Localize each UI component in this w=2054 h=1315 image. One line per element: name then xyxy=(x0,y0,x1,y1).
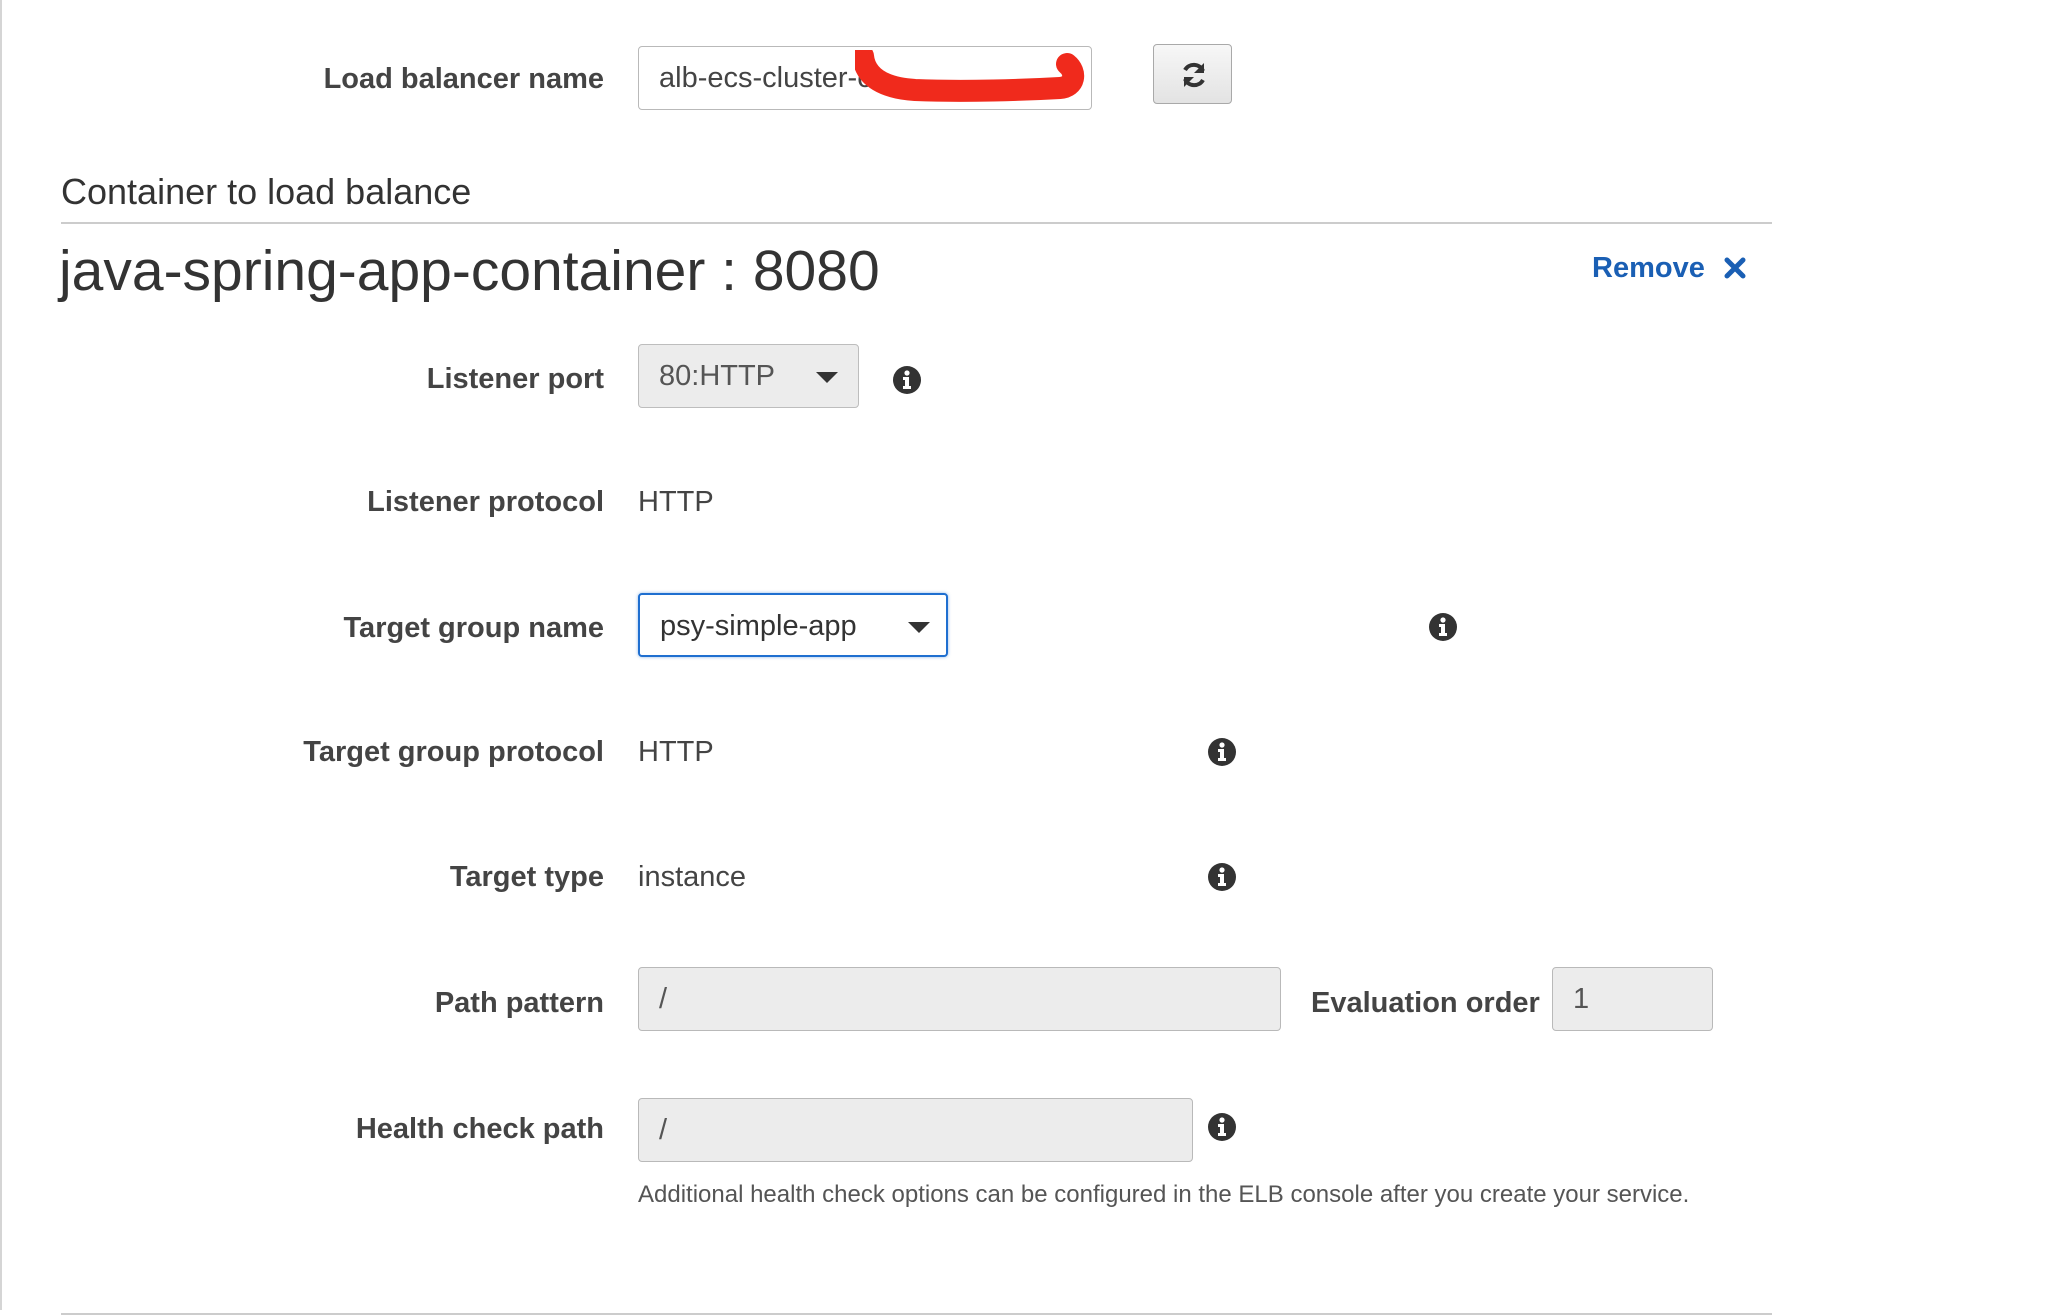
listener-port-value: 80:HTTP xyxy=(659,360,776,392)
path-pattern-input[interactable]: / xyxy=(638,967,1281,1031)
target-group-name-label: Target group name xyxy=(343,612,605,644)
listener-protocol-label: Listener protocol xyxy=(367,486,604,518)
target-type-value: instance xyxy=(638,861,747,893)
health-check-help-text: Additional health check options can be c… xyxy=(638,1181,1690,1208)
info-icon[interactable] xyxy=(1207,737,1237,767)
refresh-icon xyxy=(1183,62,1205,88)
listener-port-select[interactable]: 80:HTTP xyxy=(638,344,859,408)
info-icon[interactable] xyxy=(1207,862,1237,892)
close-icon xyxy=(1724,257,1746,279)
info-icon[interactable] xyxy=(1207,1112,1237,1142)
evaluation-order-input[interactable]: 1 xyxy=(1552,967,1713,1031)
health-check-path-input[interactable]: / xyxy=(638,1098,1193,1162)
health-check-path-value: / xyxy=(659,1114,668,1146)
load-balancer-name-label: Load balancer name xyxy=(323,63,604,95)
chevron-down-icon xyxy=(816,372,838,383)
section-divider xyxy=(61,222,1772,224)
refresh-button[interactable] xyxy=(1153,44,1232,104)
load-balancer-name-value: alb-ecs-cluster-c xyxy=(659,62,872,94)
path-pattern-label: Path pattern xyxy=(434,987,604,1019)
target-group-protocol-value: HTTP xyxy=(638,736,714,768)
evaluation-order-label: Evaluation order xyxy=(1311,987,1540,1019)
health-check-path-label: Health check path xyxy=(355,1113,604,1145)
target-group-name-value: psy-simple-app xyxy=(660,610,857,642)
evaluation-order-value: 1 xyxy=(1573,983,1590,1015)
section-title: Container to load balance xyxy=(61,171,472,212)
listener-protocol-value: HTTP xyxy=(638,486,714,518)
target-type-label: Target type xyxy=(449,861,604,893)
panel-left-border xyxy=(0,0,2,1310)
info-icon[interactable] xyxy=(892,365,922,395)
path-pattern-value: / xyxy=(659,983,668,1015)
listener-port-label: Listener port xyxy=(426,363,604,395)
remove-label: Remove xyxy=(1592,251,1705,284)
container-title: java-spring-app-container : 8080 xyxy=(59,239,880,303)
remove-link[interactable]: Remove xyxy=(1592,248,1747,288)
target-group-name-select[interactable]: psy-simple-app xyxy=(638,593,948,657)
chevron-down-icon xyxy=(908,622,930,633)
info-icon[interactable] xyxy=(1428,612,1458,642)
redaction-mark xyxy=(855,50,1085,102)
target-group-protocol-label: Target group protocol xyxy=(303,736,604,768)
